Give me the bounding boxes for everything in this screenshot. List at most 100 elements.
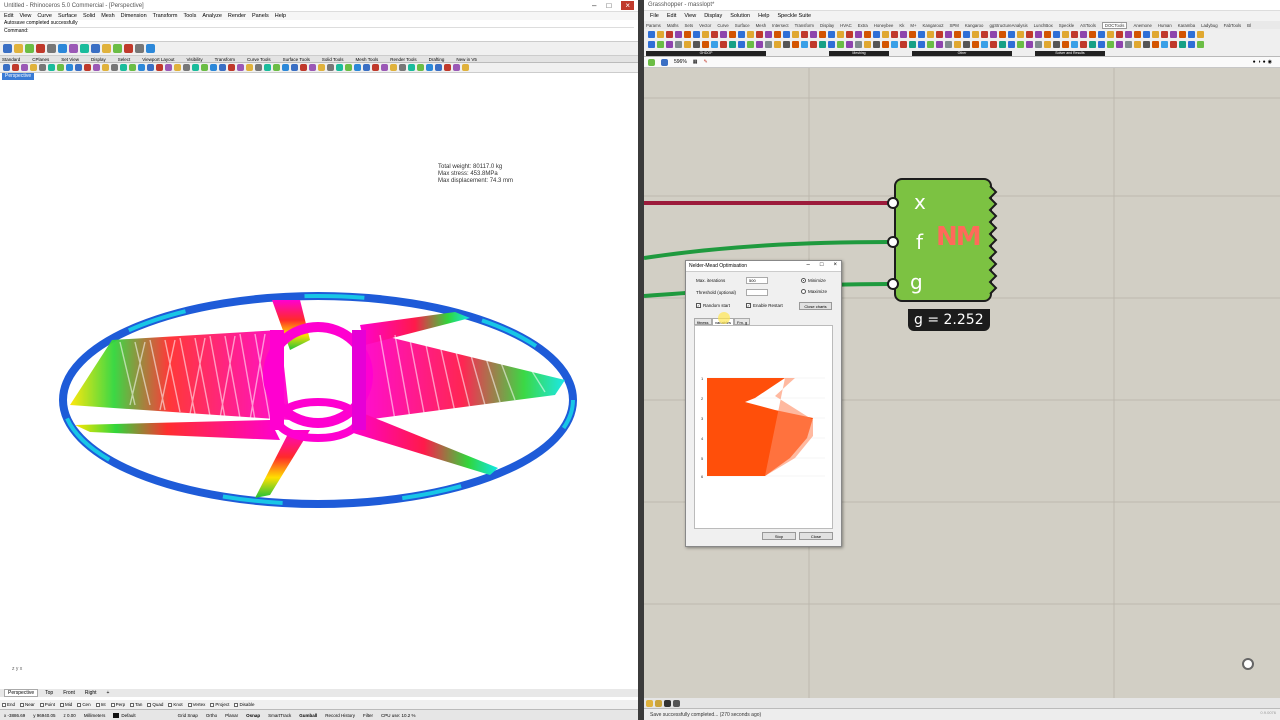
bake-icon[interactable]: [655, 699, 662, 707]
threshold-input[interactable]: [746, 289, 768, 296]
gh-tab-doctools[interactable]: DOCTools: [1101, 21, 1128, 29]
ribbon-component-icon[interactable]: [1062, 30, 1069, 38]
ribbon-component-icon[interactable]: [783, 30, 790, 38]
gh-menu-display[interactable]: Display: [704, 13, 722, 19]
ribbon-component-icon[interactable]: [711, 40, 718, 48]
toolbar-tool-icon[interactable]: [228, 64, 235, 71]
perspective-viewport[interactable]: [0, 80, 638, 688]
gh-tab-fabtools[interactable]: FabTools: [1224, 23, 1241, 28]
ribbon-component-icon[interactable]: [1188, 30, 1195, 38]
gh-tab-ggstructureanalysis[interactable]: ggStructureAnalysis: [989, 23, 1027, 28]
ribbon-component-icon[interactable]: [729, 40, 736, 48]
maximize-icon[interactable]: □: [606, 1, 611, 10]
menu-help[interactable]: Help: [275, 13, 286, 19]
osnap-project[interactable]: Project: [210, 702, 229, 707]
gh-tab-kk[interactable]: Kk: [899, 23, 904, 28]
menu-render[interactable]: Render: [228, 13, 246, 19]
menu-surface[interactable]: Surface: [58, 13, 77, 19]
ribbon-component-icon[interactable]: [810, 30, 817, 38]
ribbon-component-icon[interactable]: [783, 40, 790, 48]
ribbon-component-icon[interactable]: [1197, 40, 1204, 48]
toolbar-tool-icon[interactable]: [201, 64, 208, 71]
ribbon-component-icon[interactable]: [792, 40, 799, 48]
ribbon-component-icon[interactable]: [918, 30, 925, 38]
osnap-disable[interactable]: Disable: [234, 702, 254, 707]
ribbon-component-icon[interactable]: [981, 30, 988, 38]
toolbar-tool-icon[interactable]: [435, 64, 442, 71]
gh-tab-astools[interactable]: ASTools: [1080, 23, 1096, 28]
osnap-checkbox[interactable]: [60, 702, 65, 707]
ribbon-component-icon[interactable]: [891, 30, 898, 38]
ribbon-component-icon[interactable]: [675, 40, 682, 48]
toolbar-tool-icon[interactable]: [345, 64, 352, 71]
ribbon-component-icon[interactable]: [990, 40, 997, 48]
menu-tools[interactable]: Tools: [183, 13, 196, 19]
ribbon-component-icon[interactable]: [765, 40, 772, 48]
gh-tab-speckle[interactable]: Speckle: [1059, 23, 1074, 28]
viewport-tab-perspective[interactable]: Perspective: [4, 689, 39, 697]
minimize-icon[interactable]: –: [592, 1, 596, 10]
status-record-history[interactable]: Record History: [325, 713, 355, 718]
ribbon-component-icon[interactable]: [837, 40, 844, 48]
ribbon-component-icon[interactable]: [756, 30, 763, 38]
osnap-checkbox[interactable]: [95, 702, 100, 707]
gh-tab-kangaroo[interactable]: Kangaroo: [965, 23, 984, 28]
gh-tab-human[interactable]: Human: [1158, 23, 1172, 28]
gh-tab-transform[interactable]: Transform: [795, 23, 814, 28]
ribbon-component-icon[interactable]: [1071, 40, 1078, 48]
toolbar-tool-icon[interactable]: [327, 64, 334, 71]
menu-curve[interactable]: Curve: [37, 13, 52, 19]
minimize-radio[interactable]: [801, 278, 806, 283]
toolbar-tool-icon[interactable]: [75, 64, 82, 71]
toolbar-tool-icon[interactable]: [300, 64, 307, 71]
ribbon-component-icon[interactable]: [747, 40, 754, 48]
toolbar-tool-icon[interactable]: [282, 64, 289, 71]
ribbon-component-icon[interactable]: [1107, 40, 1114, 48]
ribbon-component-icon[interactable]: [945, 30, 952, 38]
toolbar-tool-icon[interactable]: [381, 64, 388, 71]
status-grid-snap[interactable]: Grid Snap: [178, 713, 198, 718]
gh-tab-ladybug[interactable]: Ladybug: [1201, 23, 1218, 28]
gh-tab-lunchbox[interactable]: LunchBox: [1034, 23, 1053, 28]
menu-dimension[interactable]: Dimension: [121, 13, 147, 19]
gh-menu-file[interactable]: File: [650, 13, 659, 19]
max-iterations-input[interactable]: 500: [746, 277, 768, 284]
gh-tab-mesh[interactable]: Mesh: [756, 23, 767, 28]
status-ortho[interactable]: Ortho: [206, 713, 217, 718]
toolbar-tool-icon[interactable]: [237, 64, 244, 71]
ribbon-component-icon[interactable]: [666, 40, 673, 48]
ribbon-component-icon[interactable]: [684, 40, 691, 48]
toolbar-tool-icon[interactable]: [219, 64, 226, 71]
ribbon-component-icon[interactable]: [729, 30, 736, 38]
menu-panels[interactable]: Panels: [252, 13, 269, 19]
ribbon-component-icon[interactable]: [882, 30, 889, 38]
close-button[interactable]: Close: [799, 532, 833, 540]
toolbar-tool-icon[interactable]: [138, 64, 145, 71]
ribbon-component-icon[interactable]: [1053, 40, 1060, 48]
toolbar-tool-icon[interactable]: [69, 44, 78, 53]
ribbon-component-icon[interactable]: [1143, 40, 1150, 48]
toolbar-tab-transform[interactable]: Transform: [215, 57, 235, 62]
ribbon-component-icon[interactable]: [873, 30, 880, 38]
zoom-level[interactable]: 596%: [674, 59, 687, 65]
ribbon-component-icon[interactable]: [1098, 30, 1105, 38]
toolbar-tool-icon[interactable]: [390, 64, 397, 71]
status-smarttrack[interactable]: SmartTrack: [268, 713, 291, 718]
units-label[interactable]: Millimeters: [84, 713, 106, 718]
sketch-icon[interactable]: ✎: [704, 59, 708, 65]
gh-tab-m[interactable]: M+: [910, 23, 916, 28]
input-g-grip[interactable]: [887, 278, 899, 290]
ribbon-component-icon[interactable]: [954, 30, 961, 38]
input-x-grip[interactable]: [887, 197, 899, 209]
ribbon-component-icon[interactable]: [675, 30, 682, 38]
osnap-checkbox[interactable]: [2, 702, 6, 707]
toolbar-tool-icon[interactable]: [273, 64, 280, 71]
gh-menu-solution[interactable]: Solution: [730, 13, 750, 19]
ribbon-component-icon[interactable]: [756, 40, 763, 48]
toolbar-tab-select[interactable]: Select: [118, 57, 131, 62]
gh-tab-anemone[interactable]: Anemone: [1133, 23, 1151, 28]
gh-menu-help[interactable]: Help: [758, 13, 769, 19]
ribbon-component-icon[interactable]: [891, 40, 898, 48]
ribbon-component-icon[interactable]: [864, 30, 871, 38]
ribbon-component-icon[interactable]: [900, 30, 907, 38]
